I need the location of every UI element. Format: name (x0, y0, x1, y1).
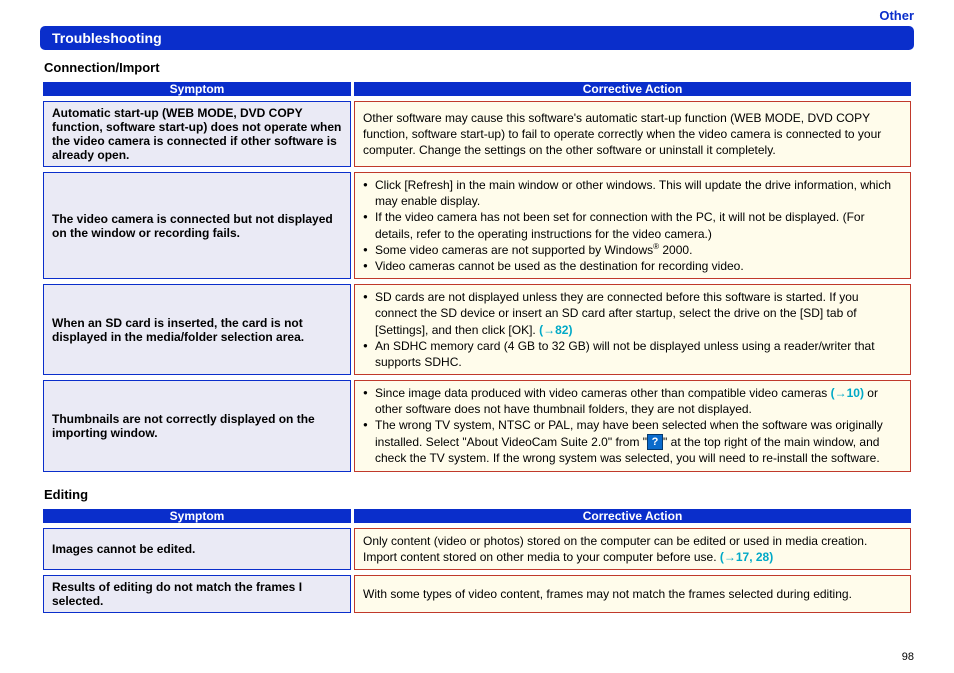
action-bullet: Since image data produced with video cam… (363, 385, 902, 417)
page-title: Troubleshooting (40, 26, 914, 50)
action-cell: Only content (video or photos) stored on… (354, 528, 911, 570)
action-bullet: An SDHC memory card (4 GB to 32 GB) will… (363, 338, 902, 370)
table-row: Results of editing do not match the fram… (43, 575, 911, 613)
action-cell: Click [Refresh] in the main window or ot… (354, 172, 911, 279)
table-row: The video camera is connected but not di… (43, 172, 911, 279)
action-cell: SD cards are not displayed unless they a… (354, 284, 911, 375)
table-connection: Symptom Corrective Action Automatic star… (40, 77, 914, 477)
action-bullet: Some video cameras are not supported by … (363, 242, 902, 258)
action-cell: Since image data produced with video cam… (354, 380, 911, 472)
help-icon: ? (647, 434, 663, 450)
crossref-link[interactable]: (→17, 28) (720, 550, 773, 564)
symptom-cell: The video camera is connected but not di… (43, 172, 351, 279)
table-row: Automatic start-up (WEB MODE, DVD COPY f… (43, 101, 911, 167)
action-bullet: Click [Refresh] in the main window or ot… (363, 177, 902, 209)
action-cell: Other software may cause this software's… (354, 101, 911, 167)
col-header-symptom: Symptom (43, 82, 351, 96)
symptom-cell: Thumbnails are not correctly displayed o… (43, 380, 351, 472)
col-header-symptom: Symptom (43, 509, 351, 523)
symptom-cell: When an SD card is inserted, the card is… (43, 284, 351, 375)
col-header-action: Corrective Action (354, 509, 911, 523)
action-bullet: The wrong TV system, NTSC or PAL, may ha… (363, 417, 902, 466)
action-cell: With some types of video content, frames… (354, 575, 911, 613)
action-bullet: SD cards are not displayed unless they a… (363, 289, 902, 338)
col-header-action: Corrective Action (354, 82, 911, 96)
page-number: 98 (902, 651, 914, 663)
action-bullet: Video cameras cannot be used as the dest… (363, 258, 902, 274)
table-row: When an SD card is inserted, the card is… (43, 284, 911, 375)
table-row: Images cannot be edited. Only content (v… (43, 528, 911, 570)
symptom-cell: Automatic start-up (WEB MODE, DVD COPY f… (43, 101, 351, 167)
table-row: Thumbnails are not correctly displayed o… (43, 380, 911, 472)
table-editing: Symptom Corrective Action Images cannot … (40, 504, 914, 618)
manual-page: Other Troubleshooting Connection/Import … (0, 0, 954, 673)
crossref-link[interactable]: (→82) (539, 323, 572, 337)
section-title-editing: Editing (40, 487, 914, 502)
category-link-other[interactable]: Other (879, 8, 914, 23)
crossref-link[interactable]: (→10) (831, 386, 864, 400)
action-bullet: If the video camera has not been set for… (363, 209, 902, 241)
section-title-connection: Connection/Import (40, 60, 914, 75)
symptom-cell: Results of editing do not match the fram… (43, 575, 351, 613)
symptom-cell: Images cannot be edited. (43, 528, 351, 570)
